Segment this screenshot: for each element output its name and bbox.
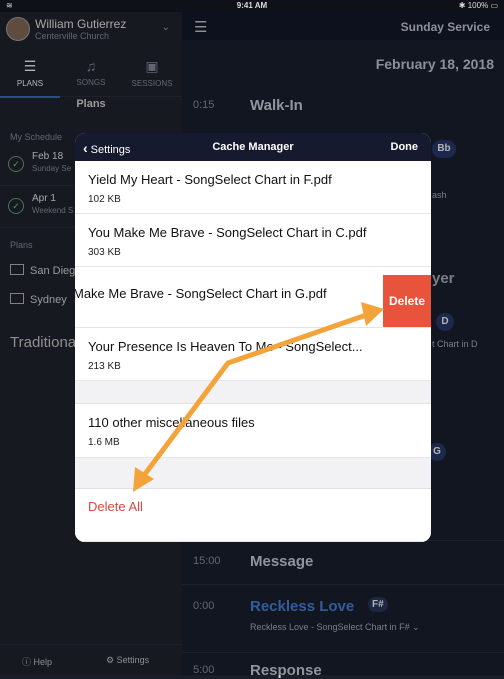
file-name: 110 other miscellaneous files bbox=[88, 415, 255, 430]
file-name: Your Presence Is Heaven To Me - SongSele… bbox=[88, 339, 363, 354]
done-button[interactable]: Done bbox=[391, 141, 419, 153]
section-gap bbox=[75, 381, 431, 404]
file-name: You Make Me Brave - SongSelect Chart in … bbox=[88, 225, 367, 240]
delete-all-row[interactable]: Delete All bbox=[75, 489, 431, 542]
modal-header: ‹ Settings Cache Manager Done bbox=[75, 133, 431, 161]
misc-files-row: 110 other miscellaneous files 1.6 MB bbox=[75, 404, 431, 458]
section-gap bbox=[75, 458, 431, 489]
status-time: 9:41 AM bbox=[236, 1, 268, 10]
delete-button[interactable]: Delete bbox=[383, 275, 431, 327]
file-size: 102 KB bbox=[88, 194, 121, 205]
file-name: Make Me Brave - SongSelect Chart in G.pd… bbox=[75, 286, 327, 301]
cache-file-row[interactable]: Yield My Heart - SongSelect Chart in F.p… bbox=[75, 161, 431, 214]
battery-percent: 100% bbox=[467, 1, 489, 10]
cache-file-row[interactable]: Your Presence Is Heaven To Me - SongSele… bbox=[75, 328, 431, 381]
modal-body: Yield My Heart - SongSelect Chart in F.p… bbox=[75, 161, 431, 542]
file-name: Yield My Heart - SongSelect Chart in F.p… bbox=[88, 172, 332, 187]
file-size: 303 KB bbox=[88, 247, 121, 258]
delete-all-button[interactable]: Delete All bbox=[88, 499, 143, 514]
bluetooth-icon: ✱ bbox=[458, 1, 468, 10]
cache-file-row[interactable]: You Make Me Brave - SongSelect Chart in … bbox=[75, 214, 431, 267]
modal-title: Cache Manager bbox=[212, 141, 294, 153]
file-size: 1.6 MB bbox=[88, 437, 120, 448]
cache-manager-modal: ‹ Settings Cache Manager Done Yield My He… bbox=[75, 133, 431, 542]
file-size: 213 KB bbox=[88, 361, 121, 372]
cache-file-row-swiped[interactable]: Make Me Brave - SongSelect Chart in G.pd… bbox=[75, 275, 431, 328]
status-bar: ≋ 9:41 AM ✱ 100% ▭ bbox=[0, 0, 504, 12]
battery-icon: ▭ bbox=[490, 1, 498, 10]
